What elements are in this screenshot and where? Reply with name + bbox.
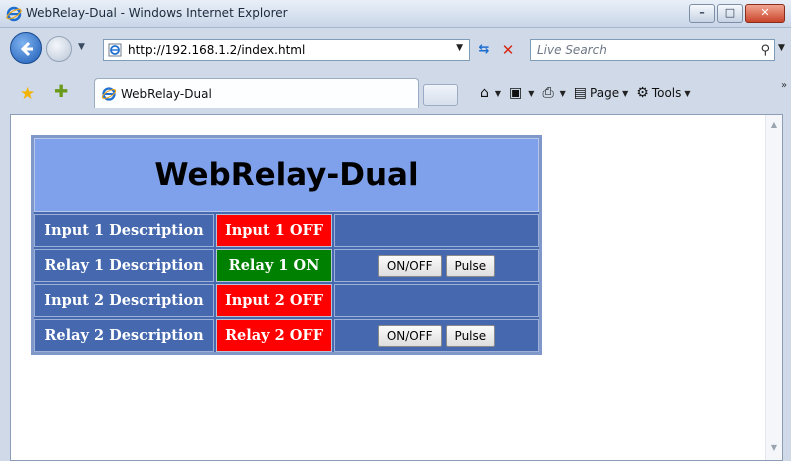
stop-icon: ✕ <box>501 41 515 59</box>
relay-1-controls: ON/OFF Pulse <box>334 249 539 282</box>
window-controls: – □ ✕ <box>687 4 785 23</box>
tab-webrelay-dual[interactable]: WebRelay-Dual <box>94 78 419 108</box>
chevron-down-icon: ▼ <box>559 88 566 98</box>
page-icon: ▤ <box>573 85 588 101</box>
relay-1-description: Relay 1 Description <box>34 249 214 282</box>
address-field[interactable]: http://192.168.1.2/index.html ▼ <box>103 39 470 61</box>
input-2-controls <box>334 284 539 317</box>
page-icon <box>108 43 122 57</box>
table-row: Input 1 Description Input 1 OFF <box>34 214 539 247</box>
input-2-status: Input 2 OFF <box>216 284 332 317</box>
page-menu-label: Page <box>590 86 620 100</box>
relay-1-pulse-button[interactable]: Pulse <box>445 254 496 277</box>
table-row: Relay 2 Description Relay 2 OFF ON/OFF P… <box>34 319 539 352</box>
page-menu[interactable]: ▤ Page ▼ <box>574 85 628 101</box>
new-tab-button[interactable] <box>423 84 458 106</box>
browser-window: WebRelay-Dual - Windows Internet Explore… <box>0 0 791 461</box>
home-icon: ⌂ <box>480 85 489 101</box>
search-placeholder: Live Search <box>537 43 607 57</box>
refresh-icon: ⇆ <box>478 42 490 57</box>
relay-1-toggle-button[interactable]: ON/OFF <box>377 254 442 277</box>
tab-row: ★ ✚ WebRelay-Dual ⌂ ▼ ▣ ▼ ⎙ ▼ ▤ Page ▼ ⚙ Tools… <box>0 72 791 114</box>
print-button[interactable]: ⎙ ▼ <box>542 85 565 101</box>
close-button[interactable]: ✕ <box>745 4 785 23</box>
tab-label: WebRelay-Dual <box>121 87 212 101</box>
feeds-button[interactable]: ▣ ▼ <box>509 85 534 101</box>
print-icon: ⎙ <box>542 85 554 101</box>
maximize-button[interactable]: □ <box>717 4 743 23</box>
vertical-scrollbar[interactable]: ▲ ▼ <box>765 115 782 460</box>
title-bar: WebRelay-Dual - Windows Internet Explore… <box>0 0 791 28</box>
close-icon: ✕ <box>760 6 770 19</box>
input-1-status: Input 1 OFF <box>216 214 332 247</box>
window-title: WebRelay-Dual - Windows Internet Explore… <box>26 6 288 20</box>
page-heading: WebRelay-Dual <box>34 138 539 212</box>
chevron-down-icon: ▼ <box>494 88 502 98</box>
ie-page-icon <box>101 87 117 101</box>
more-commands-icon[interactable]: » <box>781 80 787 91</box>
relay-1-status: Relay 1 ON <box>216 249 332 282</box>
input-2-description: Input 2 Description <box>34 284 214 317</box>
stop-button[interactable]: ✕ <box>497 39 519 61</box>
page-content: WebRelay-Dual Input 1 Description Input … <box>10 114 783 461</box>
tools-menu-label: Tools <box>651 86 682 100</box>
table-row: Input 2 Description Input 2 OFF <box>34 284 539 317</box>
relay-table: WebRelay-Dual Input 1 Description Input … <box>31 135 542 355</box>
search-icon[interactable]: ⚲ <box>760 43 770 58</box>
maximize-icon: □ <box>724 6 736 19</box>
address-dropdown-icon[interactable]: ▼ <box>456 43 463 53</box>
recent-pages-dropdown-icon[interactable]: ▼ <box>78 42 85 52</box>
input-1-controls <box>334 214 539 247</box>
forward-button[interactable] <box>46 36 72 62</box>
minimize-icon: – <box>699 6 705 19</box>
address-url: http://192.168.1.2/index.html <box>128 43 306 57</box>
search-box[interactable]: Live Search ⚲ <box>530 39 775 61</box>
relay-2-description: Relay 2 Description <box>34 319 214 352</box>
chevron-down-icon: ▼ <box>684 88 691 98</box>
chevron-down-icon: ▼ <box>528 88 535 98</box>
back-button[interactable] <box>10 32 42 64</box>
feeds-icon: ▣ <box>509 85 523 101</box>
chevron-down-icon: ▼ <box>622 88 629 98</box>
search-options-dropdown-icon[interactable]: ▼ <box>778 43 785 53</box>
ie-logo-icon <box>6 6 22 22</box>
gear-icon: ⚙ <box>636 85 649 101</box>
relay-2-toggle-button[interactable]: ON/OFF <box>377 324 442 347</box>
relay-2-pulse-button[interactable]: Pulse <box>445 324 496 347</box>
command-bar: ⌂ ▼ ▣ ▼ ⎙ ▼ ▤ Page ▼ ⚙ Tools ▼ <box>480 80 699 106</box>
home-button[interactable]: ⌂ ▼ <box>480 85 501 101</box>
table-row: Relay 1 Description Relay 1 ON ON/OFF Pu… <box>34 249 539 282</box>
tools-menu[interactable]: ⚙ Tools ▼ <box>636 85 690 101</box>
relay-2-status: Relay 2 OFF <box>216 319 332 352</box>
add-favorites-icon[interactable]: ✚ <box>54 82 68 102</box>
minimize-button[interactable]: – <box>689 4 715 23</box>
input-1-description: Input 1 Description <box>34 214 214 247</box>
address-row: ▼ http://192.168.1.2/index.html ▼ ⇆ ✕ Li… <box>0 28 791 72</box>
back-arrow-icon <box>20 41 33 57</box>
refresh-button[interactable]: ⇆ <box>473 39 495 61</box>
scroll-down-icon[interactable]: ▼ <box>766 443 782 452</box>
scroll-up-icon[interactable]: ▲ <box>766 120 782 129</box>
relay-2-controls: ON/OFF Pulse <box>334 319 539 352</box>
favorites-star-icon[interactable]: ★ <box>20 84 35 104</box>
